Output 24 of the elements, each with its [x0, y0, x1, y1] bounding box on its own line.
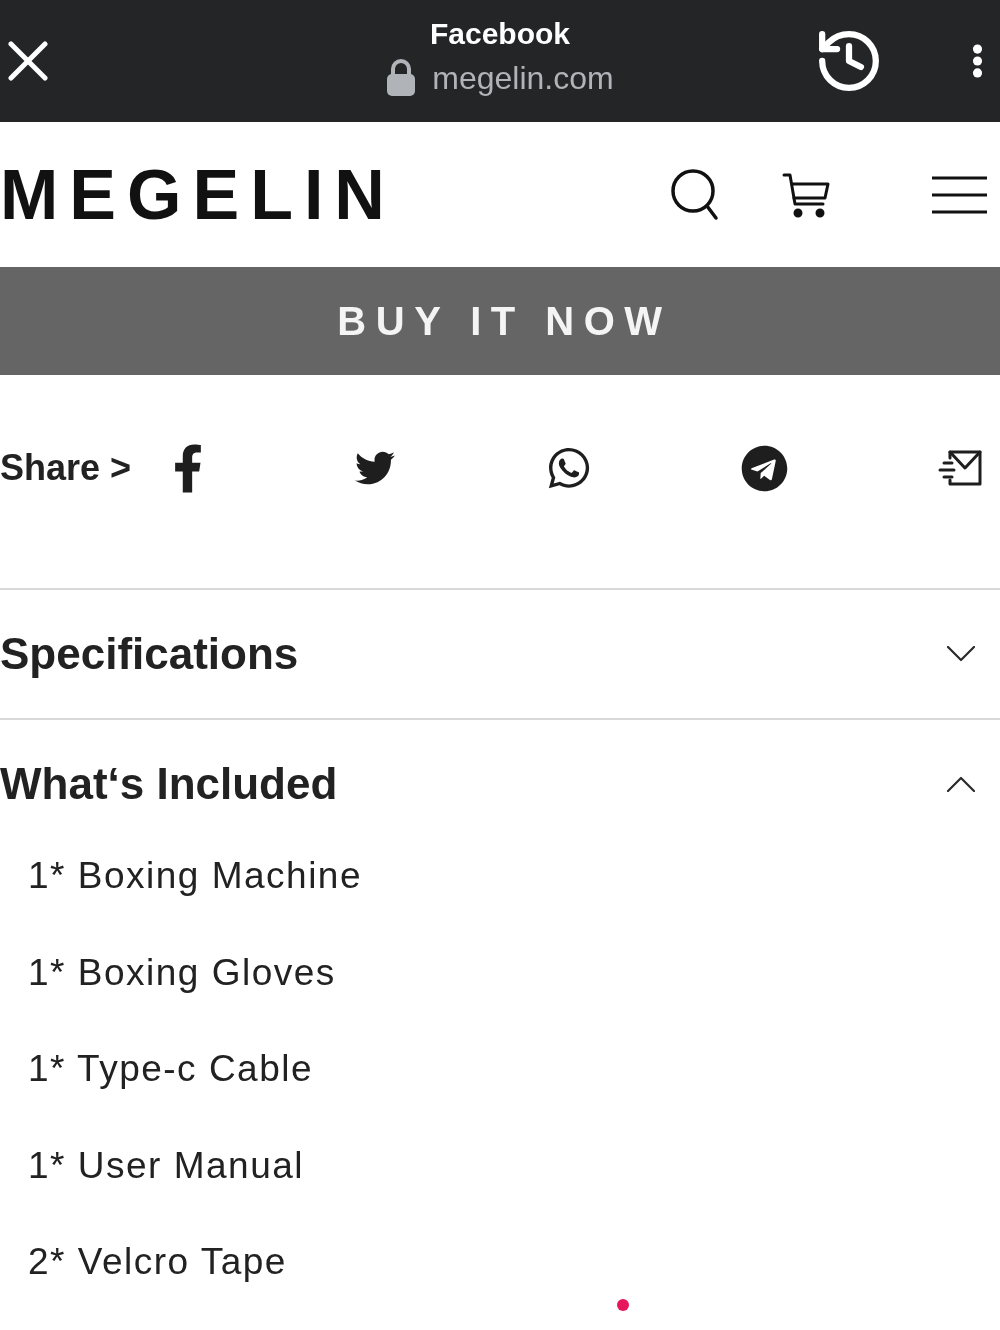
close-icon[interactable] [8, 41, 48, 81]
whatsapp-icon[interactable] [547, 445, 592, 491]
list-item: 1* User Manual [28, 1143, 305, 1188]
telegram-icon[interactable] [741, 444, 788, 492]
list-item: 2* Velcro Tape [28, 1240, 288, 1284]
browser-title: Facebook [429, 16, 570, 52]
list-item: 1* Boxing Gloves [28, 950, 337, 995]
share-label: Share > [0, 447, 132, 489]
search-icon[interactable] [671, 168, 719, 221]
cart-icon[interactable] [782, 171, 830, 218]
dot-icon [617, 1299, 629, 1311]
accordion-header[interactable]: Specifications [0, 590, 1000, 718]
list-item: 1* Boxing Machine [28, 854, 364, 898]
url-text: megelin.com [432, 59, 614, 98]
menu-icon[interactable] [932, 175, 987, 214]
more-icon[interactable] [972, 44, 983, 78]
facebook-icon[interactable] [173, 443, 204, 493]
buy-now-button[interactable]: BUY IT NOW [0, 267, 1000, 375]
accordion-header[interactable]: What‘s Included [0, 720, 1000, 848]
lock-icon [386, 59, 417, 97]
logo-text[interactable]: MEGELIN [0, 154, 396, 235]
mail-icon[interactable] [937, 450, 982, 486]
list-item: 1* Type-c Cable [28, 1047, 315, 1091]
history-icon[interactable] [818, 30, 880, 92]
